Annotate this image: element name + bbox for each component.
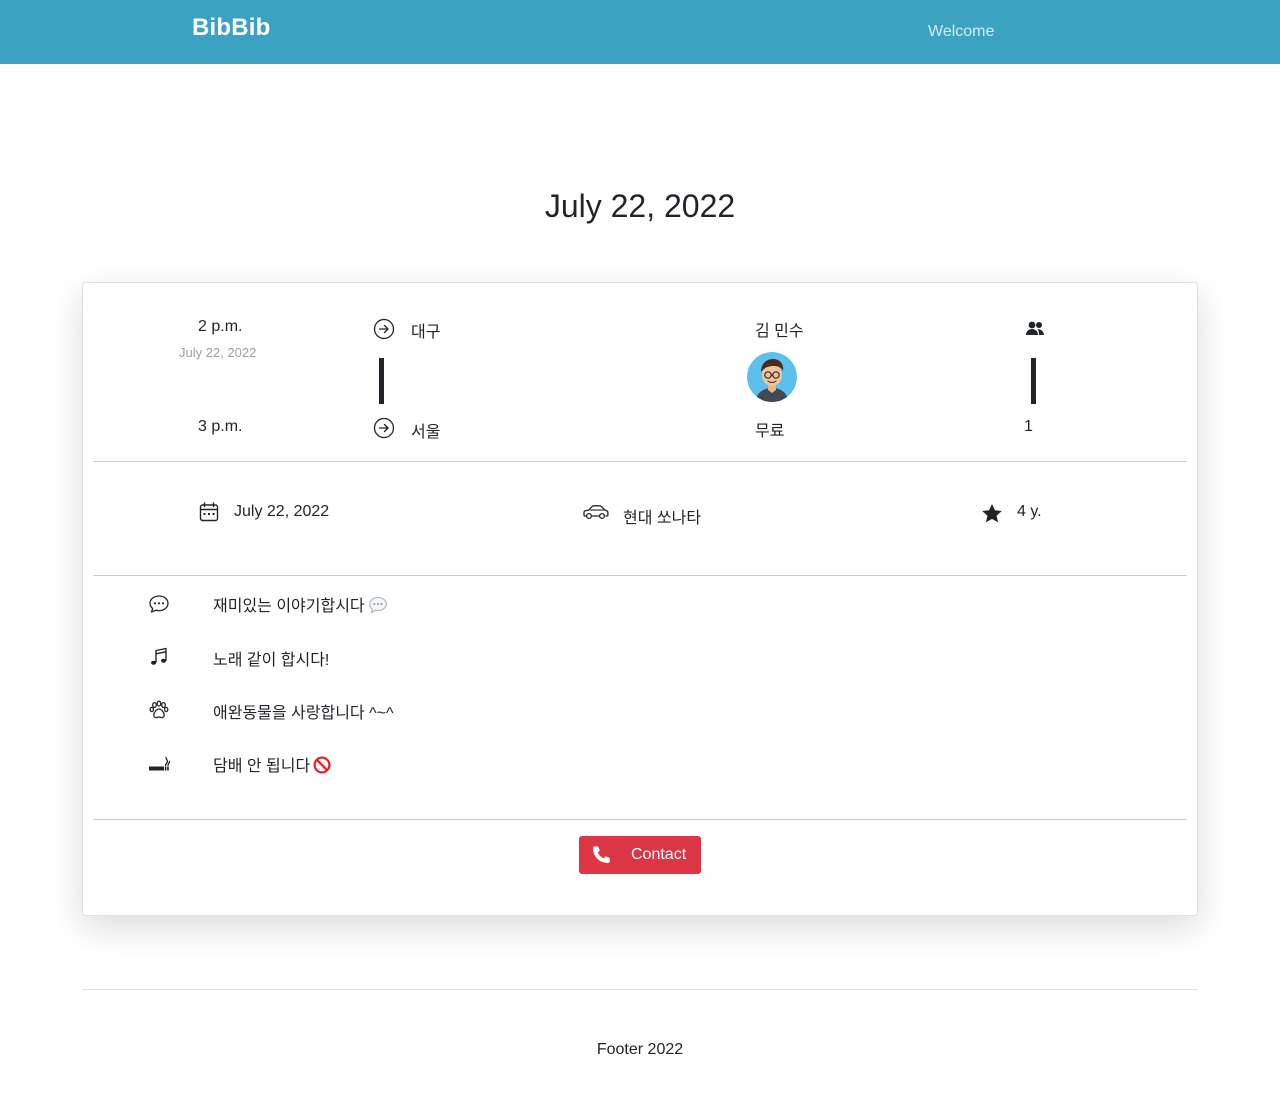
preference-text: 재미있는 이야기합시다 (213, 592, 388, 619)
footer: Footer 2022 (596, 1041, 684, 1058)
driver-name: 김 민수 (755, 323, 804, 340)
preference-text: 애완동물을 사랑합니다 ^~^ (213, 705, 394, 722)
music-note-icon (149, 647, 169, 672)
paw-icon (149, 700, 169, 725)
seats-line (1031, 358, 1036, 404)
arrow-right-circle-icon (373, 318, 395, 345)
arrow-right-circle-icon (373, 417, 395, 444)
divider (93, 461, 1187, 462)
brand-logo[interactable]: BibBib (192, 14, 271, 42)
smoking-icon (148, 753, 171, 778)
contact-button-label: Contact (631, 846, 687, 863)
trip-date: July 22, 2022 (234, 503, 330, 520)
car-model: 현대 쏘나타 (623, 510, 702, 527)
departure-date: July 22, 2022 (179, 345, 257, 360)
price: 무료 (755, 423, 785, 440)
nav-link-welcome[interactable]: Welcome (928, 23, 994, 41)
car-icon (582, 504, 609, 525)
route-line (379, 358, 384, 404)
destination-city: 서울 (411, 424, 441, 441)
star-icon (981, 503, 1003, 529)
users-icon (1025, 319, 1045, 342)
phone-icon (591, 845, 613, 870)
avatar[interactable] (747, 352, 797, 402)
trip-card: 2 p.m. July 22, 2022 3 p.m. 대구 서울 김 민수 무… (82, 282, 1198, 916)
speech-bubble-emoji-icon (368, 596, 388, 619)
experience: 4 y. (1017, 503, 1042, 520)
page-title: July 22, 2022 (544, 188, 736, 224)
divider (93, 575, 1187, 576)
calendar-icon (199, 502, 219, 527)
arrival-time: 3 p.m. (198, 418, 243, 435)
divider (93, 819, 1187, 820)
origin-city: 대구 (411, 324, 441, 341)
departure-time: 2 p.m. (198, 318, 243, 335)
preference-text: 담배 안 됩니다 (213, 752, 331, 779)
contact-button[interactable]: Contact (579, 836, 701, 874)
chat-icon (148, 594, 170, 619)
footer-divider (82, 989, 1198, 990)
navbar: BibBib Welcome (0, 0, 1280, 64)
prohibited-emoji-icon (313, 756, 331, 779)
seats-count: 1 (1024, 418, 1033, 435)
preference-text: 노래 같이 합시다! (213, 652, 330, 669)
